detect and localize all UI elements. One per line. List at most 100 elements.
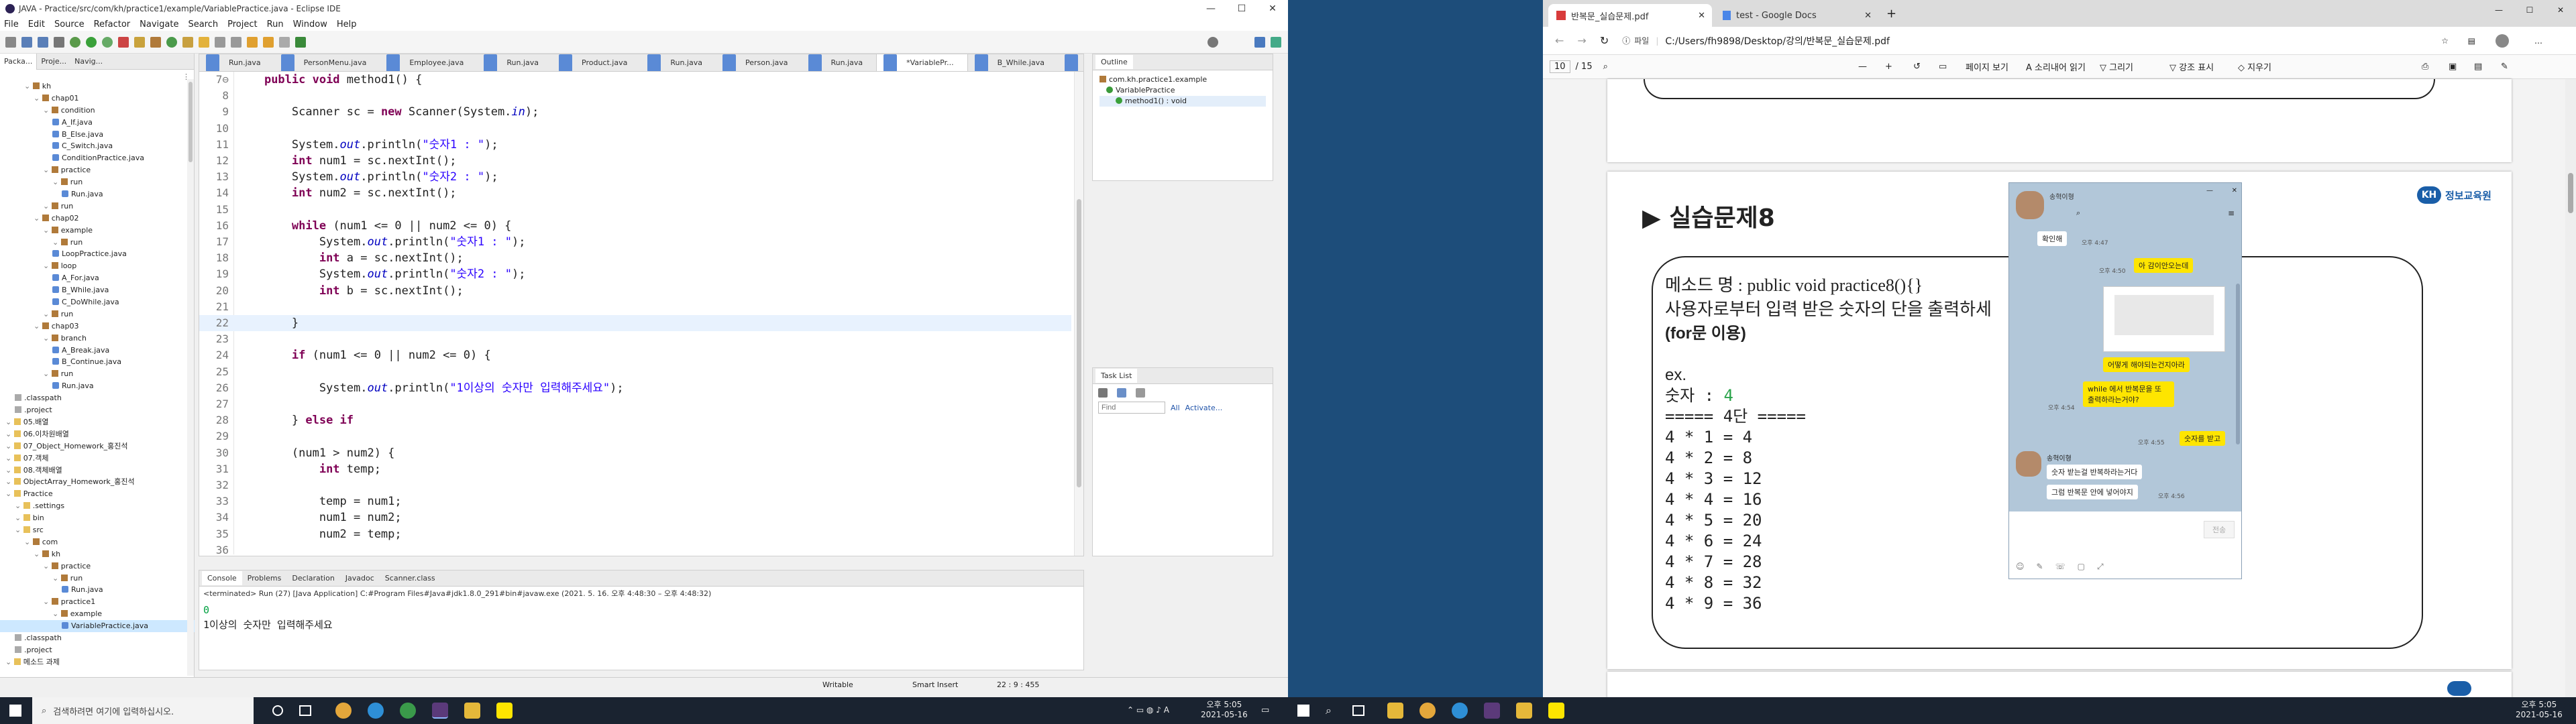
- chat-avatar[interactable]: [2016, 191, 2044, 219]
- search-icon[interactable]: ⌕: [1603, 62, 1608, 72]
- tab-google-docs[interactable]: test - Google Docs ✕: [1715, 4, 1878, 27]
- tree-item[interactable]: C_DoWhile.java: [0, 296, 195, 308]
- read-aloud-button[interactable]: A 소리내어 읽기: [2026, 60, 2086, 73]
- refresh-icon[interactable]: ↻: [1600, 34, 1609, 47]
- favorite-icon[interactable]: ☆: [2441, 36, 2449, 46]
- expand-arrow-icon[interactable]: ⌄: [52, 238, 61, 247]
- tree-item[interactable]: ⌄ ObjectArray_Homework_홍진석: [0, 476, 195, 488]
- code-line[interactable]: 15: [199, 202, 1071, 218]
- code-line[interactable]: 20 int b = sc.nextInt();: [199, 283, 1071, 299]
- tab-pdf[interactable]: 반복문_실습문제.pdf ✕: [1548, 4, 1712, 27]
- kakaotalk-icon[interactable]: [1548, 703, 1564, 719]
- tree-item[interactable]: A_If.java: [0, 117, 195, 129]
- save-as-icon[interactable]: ▤: [2474, 62, 2482, 72]
- call-icon[interactable]: ☏: [2055, 562, 2065, 572]
- page-number-input[interactable]: 10: [1550, 60, 1570, 73]
- tree-item[interactable]: ⌄ example: [0, 225, 195, 237]
- tree-item[interactable]: ConditionPractice.java: [0, 152, 195, 164]
- code-line[interactable]: 27: [199, 396, 1071, 412]
- outline-method[interactable]: method1() : void: [1099, 96, 1266, 107]
- expand-icon[interactable]: ⤢: [2097, 562, 2104, 572]
- minimize-button[interactable]: —: [2483, 0, 2514, 20]
- code-line[interactable]: 17 System.out.println("숫자1 : ");: [199, 234, 1071, 250]
- code-line[interactable]: 35 num2 = temp;: [199, 526, 1071, 542]
- filter-icon[interactable]: [1117, 388, 1126, 398]
- menu-file[interactable]: File: [4, 19, 19, 29]
- expand-arrow-icon[interactable]: ⌄: [43, 310, 52, 318]
- code-line[interactable]: 7⊖ public void method1() {: [199, 72, 1071, 88]
- chat-minimize-icon[interactable]: —: [2206, 187, 2213, 194]
- expand-arrow-icon[interactable]: ⌄: [43, 562, 52, 570]
- tree-item[interactable]: ⌄ run: [0, 308, 195, 320]
- tree-item[interactable]: VariablePractice.java: [0, 620, 195, 632]
- print-icon[interactable]: ⎙: [2422, 62, 2428, 72]
- code-line[interactable]: 32: [199, 477, 1071, 493]
- expand-arrow-icon[interactable]: ⌄: [52, 178, 61, 186]
- tree-item[interactable]: .project: [0, 644, 195, 656]
- tasks-all-link[interactable]: All: [1171, 404, 1180, 412]
- code-line[interactable]: 13 System.out.println("숫자2 : ");: [199, 169, 1071, 185]
- console-tab-3[interactable]: Javadoc: [340, 574, 380, 583]
- tree-item[interactable]: ⌄ condition: [0, 105, 195, 117]
- chat-input-area[interactable]: 전송 ☺ ✎ ☏ ▢ ⤢: [2009, 511, 2241, 579]
- tree-item[interactable]: ⌄ 07.객체: [0, 452, 195, 465]
- pdf-scrollbar[interactable]: [2565, 79, 2576, 697]
- expand-arrow-icon[interactable]: ⌄: [15, 514, 23, 522]
- tree-item[interactable]: .classpath: [0, 392, 195, 404]
- print-icon[interactable]: [54, 36, 64, 48]
- expand-arrow-icon[interactable]: ⌄: [24, 538, 33, 546]
- chat-send-button[interactable]: 전송: [2204, 521, 2235, 538]
- outline-class[interactable]: VariablePractice: [1099, 85, 1266, 96]
- expand-arrow-icon[interactable]: ⌄: [34, 94, 42, 103]
- tree-item[interactable]: B_Continue.java: [0, 356, 195, 368]
- tree-item[interactable]: ⌄ practice: [0, 560, 195, 572]
- next-annotation-icon[interactable]: [215, 36, 225, 48]
- minimize-button[interactable]: —: [1195, 0, 1226, 17]
- save-all-icon[interactable]: [38, 36, 48, 48]
- chrome-icon[interactable]: [1419, 703, 1436, 719]
- zoom-out-button[interactable]: —: [1858, 62, 1867, 72]
- console-tab-4[interactable]: Scanner.class: [380, 574, 441, 583]
- expand-arrow-icon[interactable]: ⌄: [5, 466, 14, 475]
- tree-item[interactable]: Run.java: [0, 584, 195, 596]
- windows-start-icon[interactable]: [9, 705, 21, 717]
- terminal-icon[interactable]: [295, 36, 306, 48]
- profile-icon[interactable]: [2496, 34, 2509, 48]
- zoom-in-button[interactable]: +: [1885, 62, 1892, 72]
- file-manager-icon[interactable]: [1516, 703, 1532, 719]
- external-tools-icon[interactable]: [118, 36, 129, 48]
- code-line[interactable]: 28 } else if: [199, 412, 1071, 428]
- eclipse-taskbar-icon[interactable]: [1484, 703, 1500, 719]
- chat-menu-icon[interactable]: ≡: [2228, 208, 2235, 218]
- edge-icon[interactable]: [1452, 703, 1468, 719]
- expand-arrow-icon[interactable]: ⌄: [43, 261, 52, 270]
- forward-icon[interactable]: [263, 36, 274, 48]
- editor-tab[interactable]: Product.java: [552, 54, 641, 71]
- more-icon[interactable]: …: [2534, 36, 2542, 46]
- expand-arrow-icon[interactable]: ⌄: [43, 106, 52, 115]
- console-tab-1[interactable]: Problems: [242, 574, 287, 583]
- editor-tab[interactable]: *VariablePr...: [876, 54, 968, 71]
- debug-icon[interactable]: [70, 36, 80, 48]
- collapse-icon[interactable]: [1136, 388, 1145, 398]
- expand-arrow-icon[interactable]: ⌄: [43, 166, 52, 174]
- expand-arrow-icon[interactable]: ⌄: [52, 574, 61, 583]
- expand-arrow-icon[interactable]: ⌄: [15, 526, 23, 534]
- cortana-icon[interactable]: [272, 705, 283, 716]
- code-line[interactable]: 16 while (num1 <= 0 || num2 <= 0) {: [199, 218, 1071, 234]
- code-line[interactable]: 10: [199, 121, 1071, 137]
- expand-arrow-icon[interactable]: ⌄: [43, 369, 52, 378]
- collections-icon[interactable]: ▤: [2468, 36, 2475, 46]
- perspective-java-icon[interactable]: [1254, 36, 1265, 48]
- tree-item[interactable]: ⌄ 05.배열: [0, 416, 195, 428]
- menu-refactor[interactable]: Refactor: [94, 19, 131, 29]
- code-line[interactable]: 8: [199, 88, 1071, 104]
- address-url[interactable]: C:/Users/fh9898/Desktop/강의/반복문_실습문제.pdf: [1665, 34, 1890, 48]
- chrome-icon[interactable]: [335, 703, 352, 719]
- tasks-activate-link[interactable]: Activate...: [1185, 404, 1223, 412]
- tree-item[interactable]: ⌄ Practice: [0, 488, 195, 500]
- code-line[interactable]: 29: [199, 428, 1071, 444]
- code-line[interactable]: 30 (num1 > num2) {: [199, 445, 1071, 461]
- code-line[interactable]: 22 }: [199, 315, 1071, 332]
- menu-navigate[interactable]: Navigate: [140, 19, 178, 29]
